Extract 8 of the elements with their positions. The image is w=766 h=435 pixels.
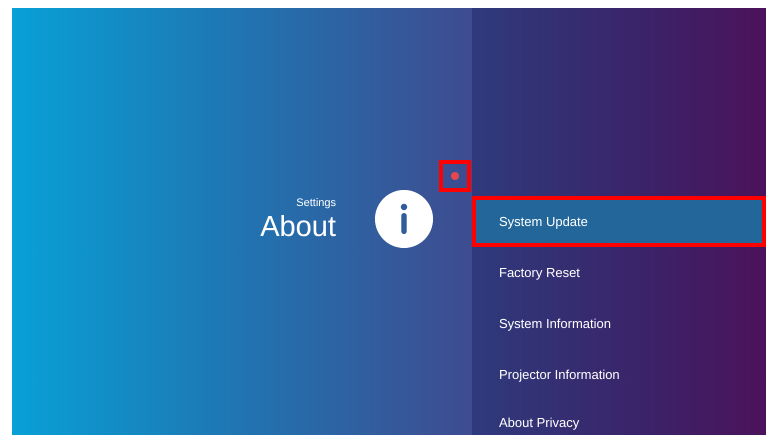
info-icon: [375, 190, 433, 248]
menu-item[interactable]: System Update: [472, 196, 766, 247]
menu-item[interactable]: About Privacy: [472, 400, 766, 432]
page-title: About: [259, 210, 336, 244]
menu-item[interactable]: Factory Reset: [472, 247, 766, 298]
section-label: Settings: [295, 196, 336, 210]
menu-item[interactable]: System Information: [472, 298, 766, 349]
menu-item[interactable]: Projector Information: [472, 349, 766, 400]
